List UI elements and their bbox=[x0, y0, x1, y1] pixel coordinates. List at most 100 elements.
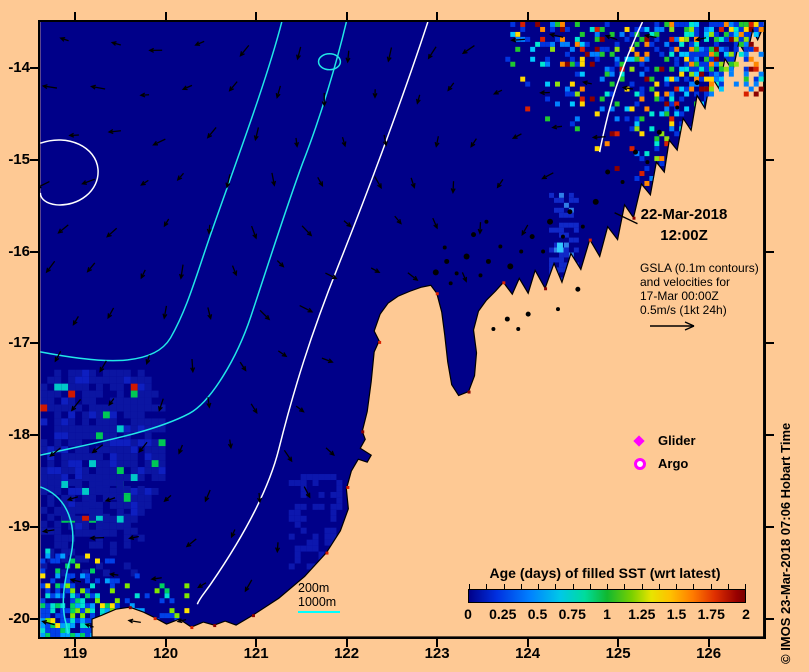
sst-pixel bbox=[144, 446, 152, 454]
sst-pixel bbox=[116, 501, 124, 509]
sst-pixel bbox=[288, 480, 295, 486]
sst-pixel bbox=[50, 593, 56, 599]
sst-pixel bbox=[579, 86, 585, 92]
sst-pixel bbox=[95, 485, 103, 493]
sst-pixel bbox=[151, 474, 159, 482]
sst-pixel bbox=[68, 439, 76, 447]
sst-pixel bbox=[158, 460, 166, 468]
sst-pixel bbox=[505, 56, 511, 62]
sst-pixel bbox=[82, 487, 90, 495]
sst-pixel bbox=[569, 56, 575, 62]
sst-pixel bbox=[95, 404, 103, 412]
sst-pixel bbox=[689, 81, 695, 87]
sst-pixel bbox=[85, 573, 91, 579]
sst-pixel bbox=[614, 46, 620, 52]
sst-pixel bbox=[50, 633, 56, 637]
sst-pixel bbox=[753, 76, 759, 82]
sst-pixel bbox=[664, 91, 670, 97]
sst-pixel bbox=[40, 418, 48, 426]
sst-pixel bbox=[669, 26, 675, 32]
x-tick-top bbox=[255, 12, 258, 20]
sst-pixel bbox=[674, 56, 680, 62]
sst-pixel bbox=[614, 166, 620, 172]
sst-pixel bbox=[109, 425, 117, 433]
x-tick-label: 124 bbox=[515, 645, 541, 662]
sst-pixel bbox=[629, 81, 635, 87]
sst-pixel bbox=[164, 588, 170, 594]
bathy-1000m-label: 1000m bbox=[298, 595, 337, 609]
sst-pixel bbox=[564, 51, 570, 57]
sst-pixel bbox=[589, 61, 595, 67]
sst-pixel bbox=[82, 494, 90, 502]
sst-pixel bbox=[109, 446, 117, 454]
sst-pixel bbox=[306, 474, 313, 481]
sst-pixel bbox=[699, 46, 705, 52]
island bbox=[675, 105, 680, 110]
sst-pixel bbox=[634, 56, 640, 62]
sst-pixel bbox=[758, 86, 764, 92]
sst-pixel bbox=[644, 106, 650, 112]
sst-pixel bbox=[718, 22, 724, 27]
sst-pixel bbox=[60, 553, 66, 559]
colorbar-tick bbox=[641, 584, 643, 589]
sst-pixel bbox=[82, 383, 90, 391]
island bbox=[454, 271, 459, 276]
sst-pixel bbox=[60, 623, 66, 629]
sst-pixel bbox=[713, 71, 719, 77]
sst-pixel bbox=[753, 61, 759, 67]
colorbar-title: Age (days) of filled SST (wrt latest) bbox=[489, 565, 721, 581]
colorbar-gradient bbox=[468, 589, 746, 603]
sst-pixel bbox=[109, 460, 117, 468]
sst-pixel bbox=[574, 22, 580, 27]
sst-pixel bbox=[109, 522, 117, 530]
sst-pixel bbox=[669, 22, 675, 27]
sst-pixel bbox=[294, 557, 301, 564]
island bbox=[525, 311, 531, 317]
sst-pixel bbox=[75, 439, 83, 447]
sst-pixel bbox=[589, 26, 595, 32]
sst-pixel bbox=[109, 603, 115, 609]
sst-pixel bbox=[733, 31, 739, 37]
sst-pixel bbox=[318, 474, 325, 481]
sst-pixel bbox=[659, 26, 665, 32]
sst-pixel bbox=[116, 515, 124, 523]
sst-pixel bbox=[312, 539, 319, 546]
sst-pixel bbox=[184, 608, 190, 614]
island bbox=[694, 80, 700, 86]
sst-pixel bbox=[713, 22, 719, 27]
x-tick-top bbox=[164, 12, 167, 20]
sst-pixel bbox=[728, 51, 734, 57]
sst-pixel bbox=[639, 61, 645, 67]
sst-pixel bbox=[599, 36, 605, 42]
island bbox=[463, 253, 470, 260]
sst-pixel bbox=[639, 56, 645, 62]
sst-pixel bbox=[45, 548, 51, 554]
sst-pixel bbox=[664, 76, 670, 82]
sst-pixel bbox=[563, 242, 569, 248]
sst-pixel bbox=[70, 603, 76, 609]
sst-pixel bbox=[75, 479, 83, 486]
sst-pixel bbox=[554, 207, 559, 213]
sst-pixel bbox=[75, 432, 83, 440]
sst-pixel bbox=[510, 31, 516, 37]
sst-pixel bbox=[609, 81, 615, 87]
sst-pixel bbox=[123, 439, 131, 447]
y-tick-left bbox=[30, 342, 38, 345]
sst-pixel bbox=[614, 131, 620, 137]
island bbox=[656, 129, 662, 135]
sst-pixel bbox=[629, 126, 635, 132]
sst-pixel bbox=[654, 136, 660, 142]
sst-pixel bbox=[743, 76, 749, 82]
sst-pixel bbox=[61, 481, 69, 488]
sst-pixel bbox=[85, 578, 91, 584]
sst-pixel bbox=[549, 227, 555, 233]
sst-pixel bbox=[68, 479, 76, 486]
sst-pixel bbox=[294, 551, 301, 558]
sst-pixel bbox=[40, 562, 48, 570]
sst-pixel bbox=[89, 425, 96, 433]
sst-pixel bbox=[704, 86, 710, 92]
y-tick-label: -18 bbox=[8, 426, 30, 444]
island bbox=[529, 234, 535, 240]
sst-pixel bbox=[568, 237, 574, 243]
sst-pixel bbox=[604, 22, 610, 27]
